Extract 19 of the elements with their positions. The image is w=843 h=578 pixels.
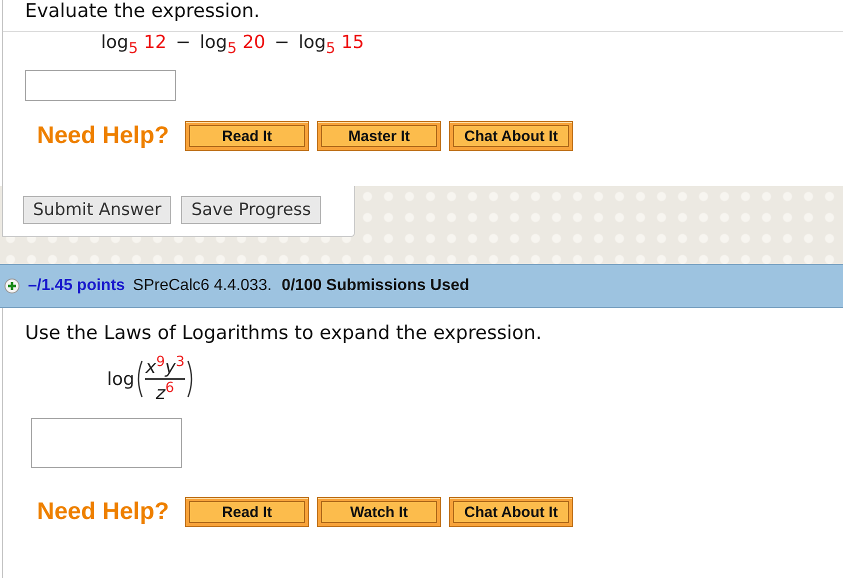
submissions-label: 0/100 Submissions Used xyxy=(282,277,470,295)
action-button[interactable]: Save Progress xyxy=(181,196,322,224)
help-button[interactable]: Watch It xyxy=(317,497,442,527)
answer-field[interactable] xyxy=(31,418,182,468)
action-button[interactable]: Submit Answer xyxy=(23,196,172,224)
expand-plus-icon[interactable] xyxy=(4,278,20,294)
help-button[interactable]: Chat About It xyxy=(449,121,574,151)
need-help-label: Need Help? xyxy=(37,498,170,526)
help-button[interactable]: Master It xyxy=(317,121,442,151)
question-prompt: Evaluate the expression. xyxy=(24,0,261,22)
answer-field[interactable] xyxy=(25,70,176,101)
source-label: SPreCalc6 4.4.033. xyxy=(132,277,272,295)
need-help-label: Need Help? xyxy=(37,122,170,150)
points-label: –/1.45 points xyxy=(28,277,125,295)
help-button[interactable]: Chat About It xyxy=(449,497,574,527)
math-expression: log x$^{9}$y$^{3}$ z$^{6}$ xyxy=(3,354,843,404)
help-button[interactable]: Read It xyxy=(185,497,310,527)
question-prompt: Use the Laws of Logarithms to expand the expression. xyxy=(24,322,543,344)
help-button[interactable]: Read It xyxy=(185,121,310,151)
